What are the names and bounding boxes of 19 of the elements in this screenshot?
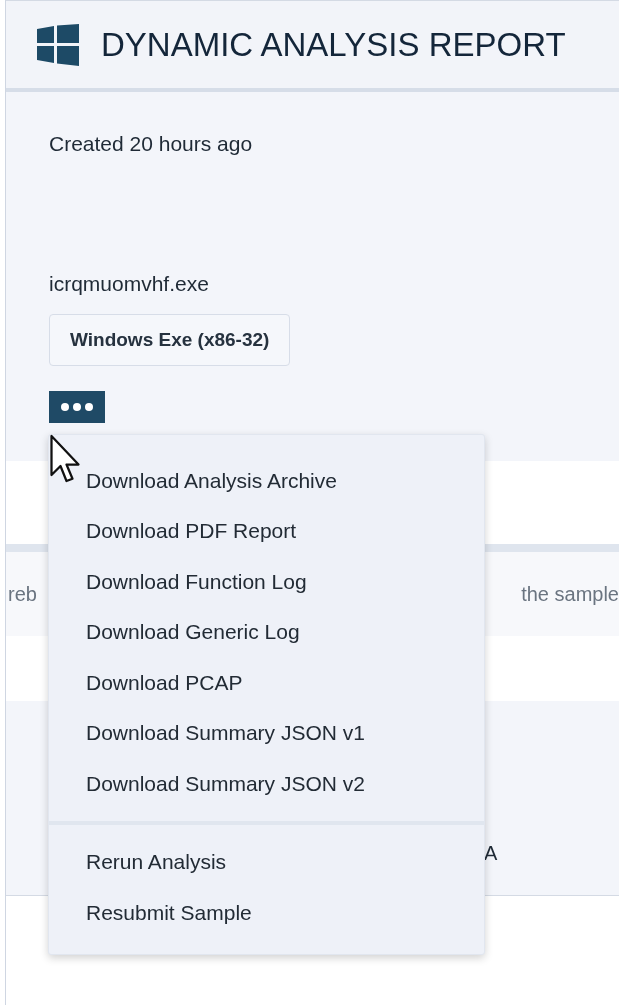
menu-item[interactable]: Download PCAP — [49, 657, 484, 708]
menu-item[interactable]: Download Summary JSON v2 — [49, 758, 484, 809]
menu-item[interactable]: Download Analysis Archive — [49, 455, 484, 506]
ellipsis-icon — [60, 402, 94, 412]
menu-item[interactable]: Download Function Log — [49, 556, 484, 607]
file-type-tag: Windows Exe (x86-32) — [49, 314, 291, 366]
file-name: icrqmuomvhf.exe — [49, 270, 209, 297]
menu-item[interactable]: Rerun Analysis — [49, 836, 484, 887]
menu-item[interactable]: Download Summary JSON v1 — [49, 707, 484, 758]
more-options-button[interactable] — [49, 391, 105, 423]
menu-item[interactable]: Resubmit Sample — [49, 887, 484, 938]
background-text: A — [484, 841, 498, 866]
report-title: DYNAMIC ANALYSIS REPORT — [101, 24, 566, 65]
created-time: Created 20 hours ago — [49, 131, 253, 157]
background-text: reb — [7, 582, 37, 607]
windows-logo-icon — [37, 23, 79, 66]
background-text: the sample — [521, 582, 619, 607]
menu-item[interactable]: Download PDF Report — [49, 505, 484, 556]
menu-item[interactable]: Download Generic Log — [49, 606, 484, 657]
